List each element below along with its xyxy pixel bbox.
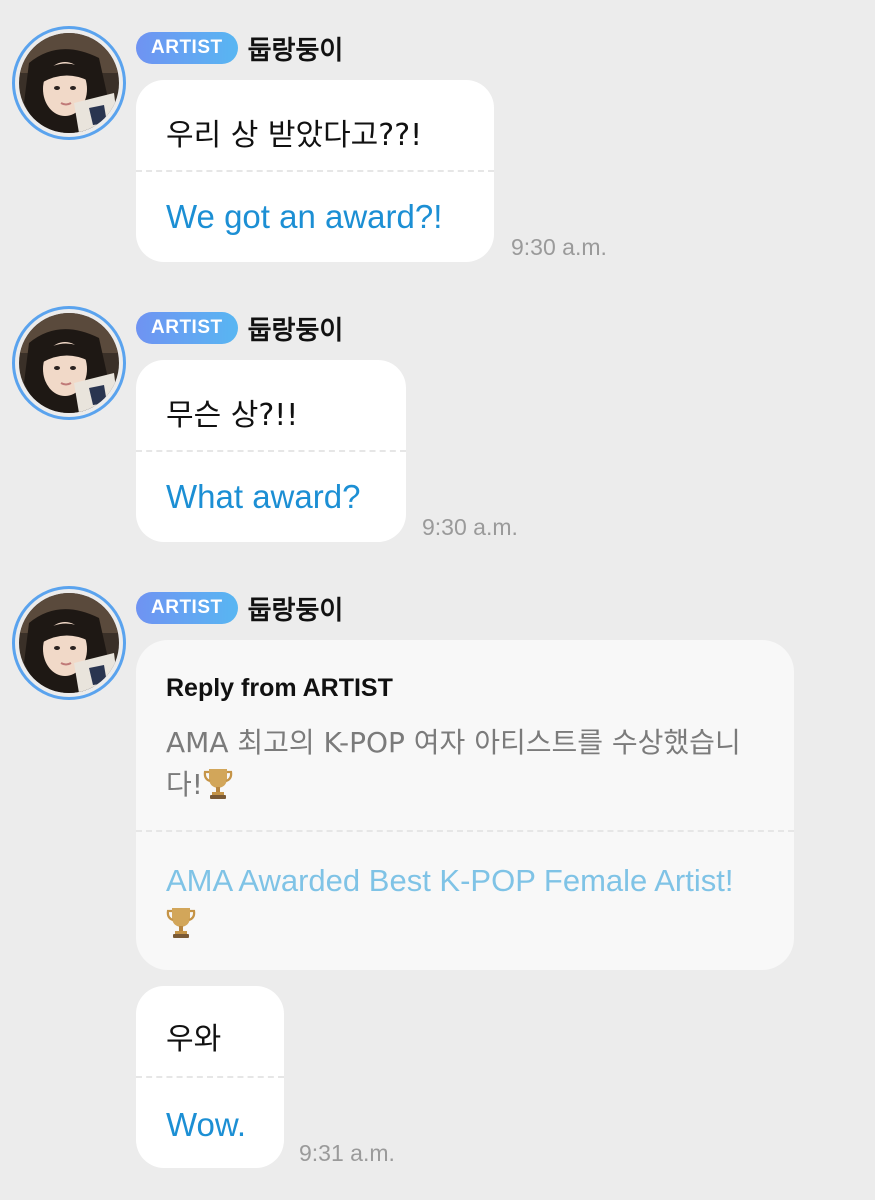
sender-row: ARTIST 둡랑둥이 [136,30,343,66]
avatar[interactable] [12,586,126,700]
avatar-photo [19,33,119,133]
trophy-icon [203,766,233,800]
message-korean: 무슨 상?!! [166,398,299,433]
bubble-divider [136,170,494,172]
message-bubble[interactable]: 무슨 상?!! What award? [136,360,406,542]
reply-translation: AMA Awarded Best K-POP Female Artist! [166,860,776,944]
message-translation: Wow. [166,1106,247,1143]
message-bubble[interactable]: 우와 Wow. [136,986,284,1168]
avatar-photo [19,593,119,693]
message-korean: 우리 상 받았다고??! [166,118,423,153]
message-bubble[interactable]: 우리 상 받았다고??! We got an award?! [136,80,494,262]
message-timestamp: 9:30 a.m. [511,234,607,260]
sender-name[interactable]: 둡랑둥이 [248,590,344,627]
reply-title: Reply from ARTIST [166,674,393,702]
message-translation: We got an award?! [166,198,443,235]
avatar-photo [19,313,119,413]
avatar[interactable] [12,306,126,420]
artist-badge: ARTIST [136,32,238,64]
message-timestamp: 9:31 a.m. [299,1140,395,1166]
trophy-icon [166,905,196,939]
reply-korean: AMA 최고의 K-POP 여자 아티스트를 수상했습니다! [166,722,776,806]
bubble-divider [136,450,406,452]
message-translation: What award? [166,478,361,515]
reply-divider [136,830,794,832]
artist-badge: ARTIST [136,592,238,624]
bubble-divider [136,1076,284,1078]
avatar[interactable] [12,26,126,140]
sender-row: ARTIST 둡랑둥이 [136,310,343,346]
sender-row: ARTIST 둡랑둥이 [136,590,343,626]
sender-name[interactable]: 둡랑둥이 [248,310,344,347]
reply-korean-text: AMA 최고의 K-POP 여자 아티스트를 수상했습니다! [166,726,741,801]
reply-translation-text: AMA Awarded Best K-POP Female Artist! [166,863,734,898]
sender-name[interactable]: 둡랑둥이 [248,30,344,67]
artist-badge: ARTIST [136,312,238,344]
reply-quote-bubble[interactable]: Reply from ARTIST AMA 최고의 K-POP 여자 아티스트를… [136,640,794,970]
message-korean: 우와 [166,1022,222,1057]
message-timestamp: 9:30 a.m. [422,514,518,540]
